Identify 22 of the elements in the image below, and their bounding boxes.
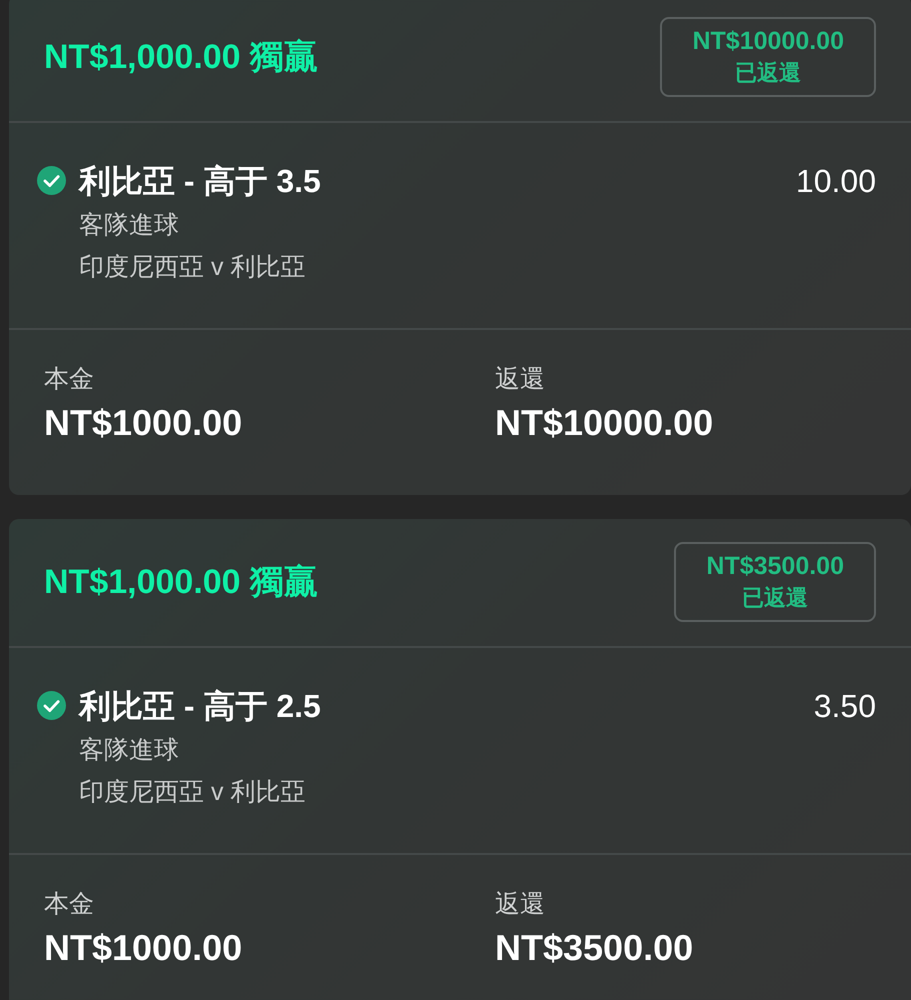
bet-title: NT$1,000.00 獨贏 xyxy=(44,562,318,602)
summary-value: NT$1000.00 xyxy=(44,927,242,969)
market-name: 客隊進球 xyxy=(79,735,179,766)
payout-status: 已返還 xyxy=(742,584,808,612)
summary-label: 返還 xyxy=(495,364,545,394)
payout-status: 已返還 xyxy=(735,59,802,87)
event-name: 印度尼西亞 v 利比亞 xyxy=(79,777,306,808)
payout-amount: NT$10000.00 xyxy=(692,26,844,57)
bet-title: NT$1,000.00 獨贏 xyxy=(44,37,318,77)
selection-title: 利比亞 - 高于 3.5 xyxy=(79,163,321,199)
selection-title: 利比亞 - 高于 2.5 xyxy=(79,688,321,724)
odds-value: 3.50 xyxy=(814,688,876,724)
market-name: 客隊進球 xyxy=(79,210,179,241)
summary-value: NT$1000.00 xyxy=(44,402,242,444)
summary-label: 返還 xyxy=(495,889,545,919)
payout-amount: NT$3500.00 xyxy=(706,551,844,582)
summary-label: 本金 xyxy=(44,364,94,394)
event-name: 印度尼西亞 v 利比亞 xyxy=(79,252,306,283)
odds-value: 10.00 xyxy=(796,163,876,199)
summary-label: 本金 xyxy=(44,889,94,919)
summary-value: NT$3500.00 xyxy=(495,927,694,969)
summary-value: NT$10000.00 xyxy=(495,402,714,444)
